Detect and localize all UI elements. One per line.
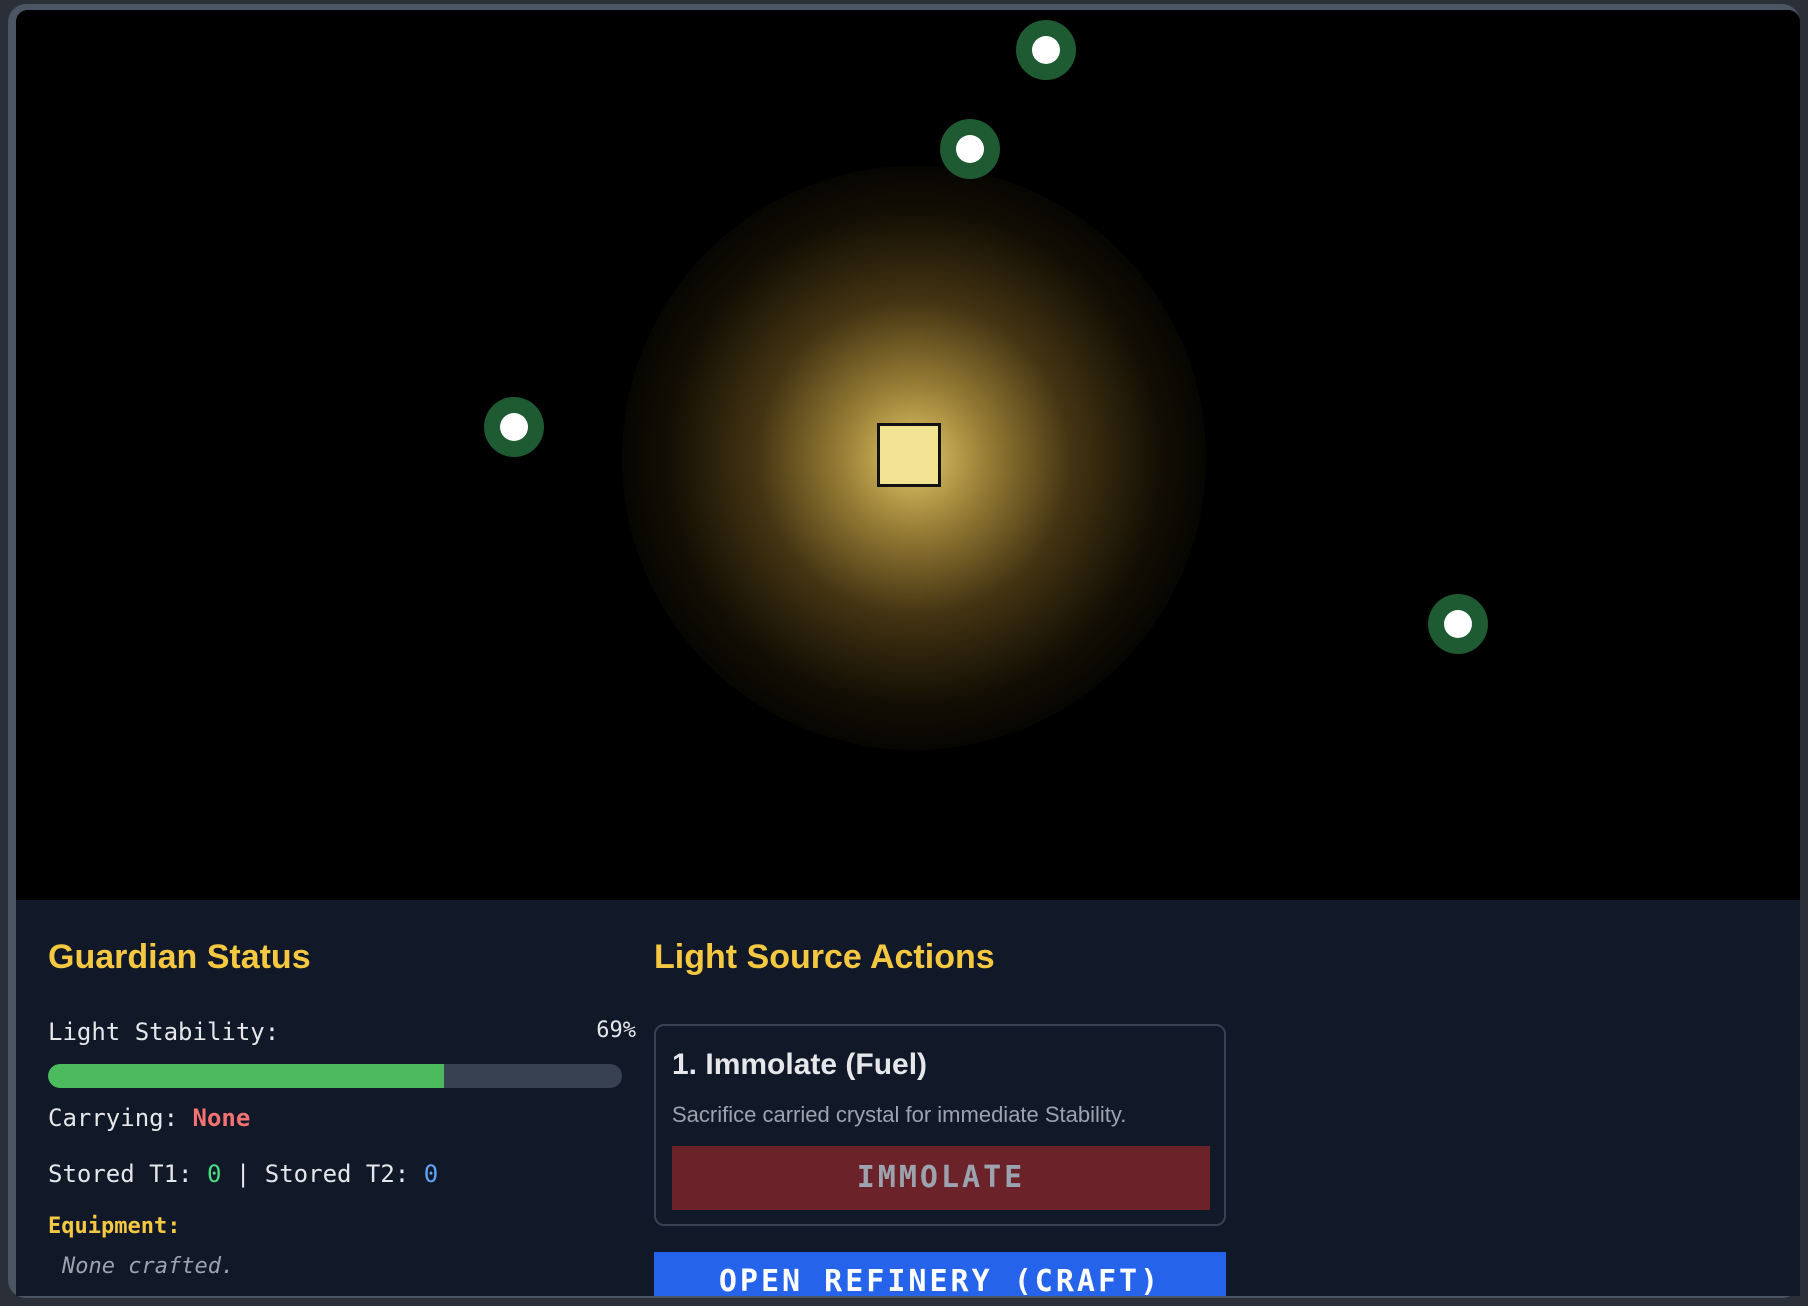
- carrying-label: Carrying:: [48, 1104, 179, 1132]
- carrying-value: None: [192, 1104, 251, 1132]
- stability-label: Light Stability:: [48, 1018, 280, 1046]
- game-window: Guardian Status Light Stability: 69% Car…: [16, 10, 1800, 1296]
- immolate-title: 1. Immolate (Fuel): [672, 1048, 928, 1081]
- immolate-description: Sacrifice carried crystal for immediate …: [672, 1102, 1127, 1127]
- crystal-icon[interactable]: [1016, 20, 1076, 80]
- stored-t1-value: 0: [206, 1160, 222, 1188]
- crystal-icon[interactable]: [940, 119, 1000, 179]
- crystal-icon[interactable]: [484, 397, 544, 457]
- stability-bar: [48, 1064, 622, 1088]
- stored-t1-label: Stored T1:: [48, 1160, 193, 1188]
- equipment-value: None crafted.: [62, 1254, 235, 1279]
- light-source-actions-heading: Light Source Actions: [654, 938, 995, 976]
- stability-value: 69%: [596, 1018, 636, 1043]
- stored-t2-label: Stored T2:: [264, 1160, 410, 1188]
- stored-line: Stored T1: 0 | Stored T2: 0: [48, 1160, 438, 1188]
- guardian-status-heading: Guardian Status: [48, 938, 311, 976]
- open-refinery-button[interactable]: OPEN REFINERY (CRAFT): [654, 1252, 1226, 1296]
- game-canvas[interactable]: [16, 10, 1800, 900]
- carrying-line: Carrying: None: [48, 1104, 250, 1132]
- control-panel: Guardian Status Light Stability: 69% Car…: [16, 900, 1800, 1296]
- stability-bar-fill: [48, 1064, 445, 1088]
- crystal-icon[interactable]: [1428, 594, 1488, 654]
- immolate-card: 1. Immolate (Fuel) Sacrifice carried cry…: [654, 1024, 1226, 1226]
- equipment-label: Equipment:: [48, 1214, 181, 1239]
- light-source-core-icon[interactable]: [877, 423, 941, 487]
- stored-t2-value: 0: [423, 1160, 439, 1188]
- stored-separator: |: [235, 1160, 251, 1188]
- immolate-button[interactable]: IMMOLATE: [672, 1146, 1210, 1210]
